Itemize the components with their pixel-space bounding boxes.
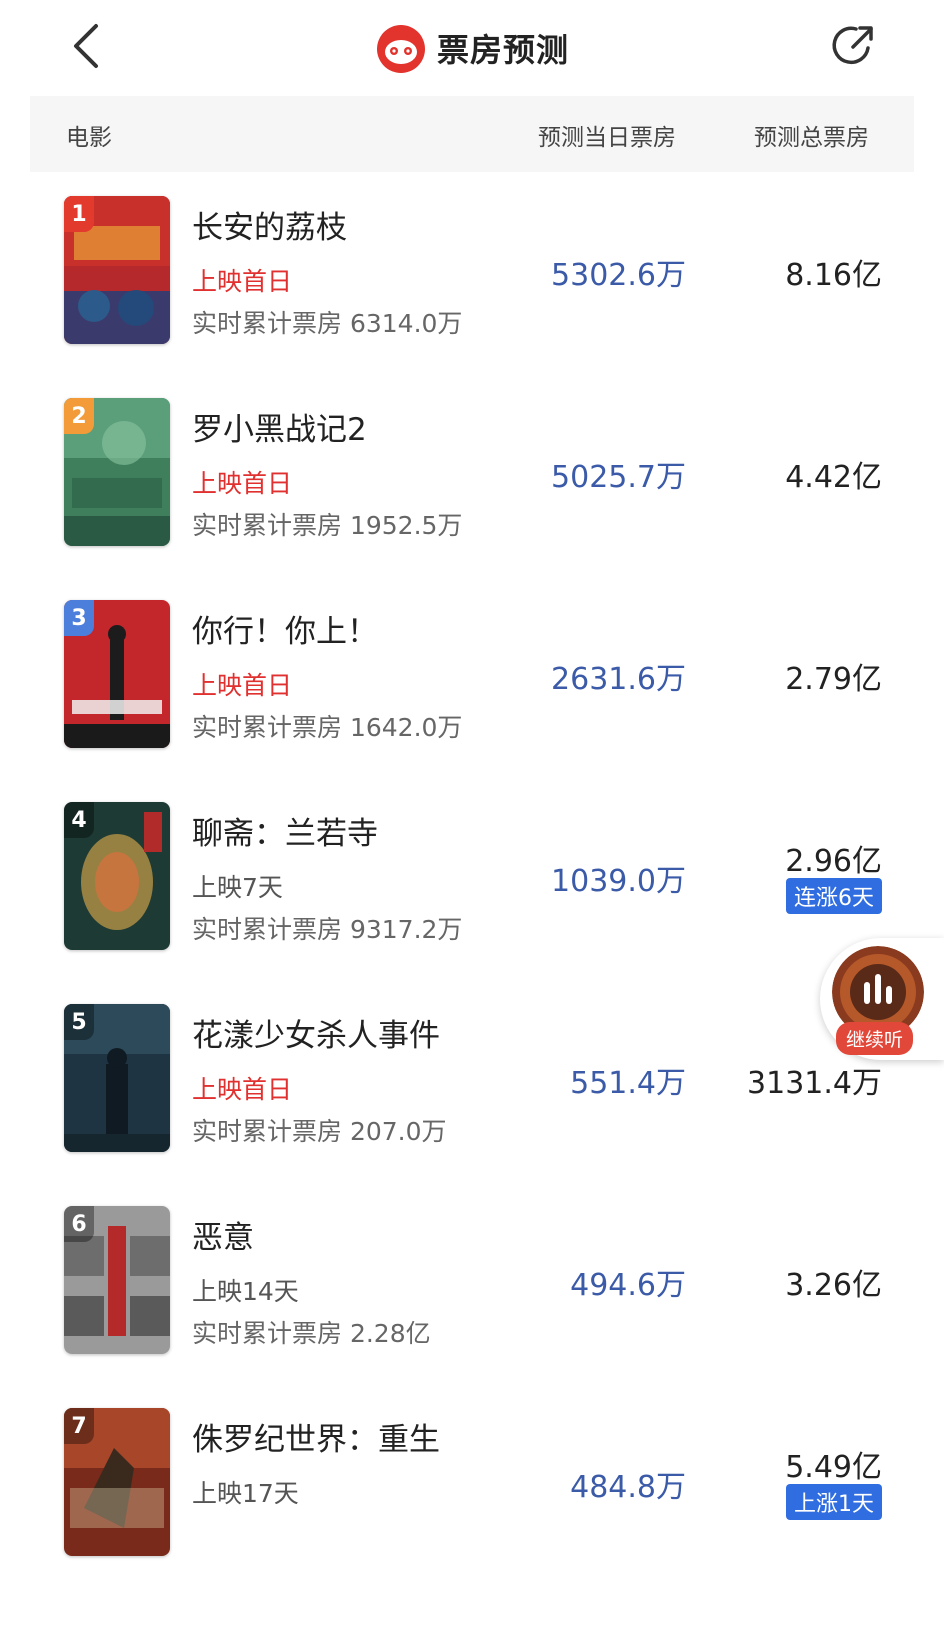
release-status: 上映首日 bbox=[192, 267, 293, 296]
movie-title: 罗小黑战记2 bbox=[192, 412, 367, 448]
daily-forecast: 5302.6万 bbox=[551, 258, 686, 293]
total-forecast: 3.26亿 bbox=[785, 1268, 882, 1303]
rank-badge: 4 bbox=[64, 802, 94, 838]
title-group: 票房预测 bbox=[0, 20, 944, 76]
rank-badge: 1 bbox=[64, 196, 94, 232]
daily-forecast: 484.8万 bbox=[570, 1470, 686, 1505]
rank-badge: 5 bbox=[64, 1004, 94, 1040]
movie-title: 侏罗纪世界：重生 bbox=[192, 1422, 440, 1458]
movie-title: 花漾少女杀人事件 bbox=[192, 1018, 440, 1054]
total-forecast: 4.42亿 bbox=[785, 460, 882, 495]
release-status: 上映首日 bbox=[192, 1075, 293, 1104]
cumulative-box-office: 实时累计票房 6314.0万 bbox=[192, 309, 463, 338]
rank-badge: 7 bbox=[64, 1408, 94, 1444]
total-forecast: 5.49亿 bbox=[785, 1450, 882, 1485]
column-daily[interactable]: 预测当日票房 bbox=[538, 118, 676, 152]
rank-badge: 3 bbox=[64, 600, 94, 636]
trend-badge: 上涨1天 bbox=[786, 1484, 882, 1520]
release-status: 上映17天 bbox=[192, 1479, 299, 1508]
column-movie: 电影 bbox=[66, 125, 112, 151]
rank-badge: 6 bbox=[64, 1206, 94, 1242]
total-forecast: 2.79亿 bbox=[785, 662, 882, 697]
rank-badge: 2 bbox=[64, 398, 94, 434]
movie-poster[interactable]: 4 bbox=[64, 802, 170, 950]
total-forecast: 2.96亿 bbox=[785, 844, 882, 879]
total-forecast: 8.16亿 bbox=[785, 258, 882, 293]
movie-title: 恶意 bbox=[192, 1220, 254, 1256]
release-status: 上映7天 bbox=[192, 873, 283, 902]
daily-forecast: 551.4万 bbox=[570, 1066, 686, 1101]
release-status: 上映14天 bbox=[192, 1277, 299, 1306]
cumulative-box-office: 实时累计票房 2.28亿 bbox=[192, 1319, 431, 1348]
cumulative-box-office: 实时累计票房 9317.2万 bbox=[192, 915, 463, 944]
cumulative-box-office: 实时累计票房 1952.5万 bbox=[192, 511, 463, 540]
movie-row[interactable]: 7 侏罗纪世界：重生 上映17天 484.8万 5.49亿 上涨1天 bbox=[0, 1408, 944, 1618]
daily-forecast: 5025.7万 bbox=[551, 460, 686, 495]
movie-row[interactable]: 2 罗小黑战记2 上映首日 实时累计票房 1952.5万 5025.7万 4.4… bbox=[0, 398, 944, 608]
movie-row[interactable]: 4 聊斋：兰若寺 上映7天 实时累计票房 9317.2万 1039.0万 2.9… bbox=[0, 802, 944, 1012]
daily-forecast: 2631.6万 bbox=[551, 662, 686, 697]
floating-audio-player[interactable]: 继续听 bbox=[820, 938, 944, 1060]
trend-badge: 连涨6天 bbox=[786, 878, 882, 914]
page-title: 票房预测 bbox=[436, 31, 569, 69]
share-arrow-icon bbox=[832, 26, 873, 65]
top-bar: 票房预测 bbox=[0, 0, 944, 92]
total-forecast: 3131.4万 bbox=[747, 1066, 882, 1101]
movie-poster[interactable]: 1 bbox=[64, 196, 170, 344]
column-header: 电影 预测当日票房 预测总票房 bbox=[30, 96, 914, 172]
daily-forecast: 1039.0万 bbox=[551, 864, 686, 899]
movie-row[interactable]: 1 长安的荔枝 上映首日 实时累计票房 6314.0万 5302.6万 8.16… bbox=[0, 196, 944, 406]
movie-poster[interactable]: 7 bbox=[64, 1408, 170, 1556]
movie-title: 你行！你上！ bbox=[192, 614, 378, 650]
movie-poster[interactable]: 5 bbox=[64, 1004, 170, 1152]
movie-title: 长安的荔枝 bbox=[192, 210, 347, 246]
movie-poster[interactable]: 6 bbox=[64, 1206, 170, 1354]
movie-poster[interactable]: 3 bbox=[64, 600, 170, 748]
movie-row[interactable]: 6 恶意 上映14天 实时累计票房 2.28亿 494.6万 3.26亿 bbox=[0, 1206, 944, 1416]
continue-listening-label[interactable]: 继续听 bbox=[836, 1022, 914, 1055]
movie-row[interactable]: 3 你行！你上！ 上映首日 实时累计票房 1642.0万 2631.6万 2.7… bbox=[0, 600, 944, 810]
movie-row[interactable]: 5 花漾少女杀人事件 上映首日 实时累计票房 207.0万 551.4万 313… bbox=[0, 1004, 944, 1214]
column-total[interactable]: 预测总票房 bbox=[754, 118, 869, 152]
share-button[interactable] bbox=[826, 18, 882, 74]
release-status: 上映首日 bbox=[192, 469, 293, 498]
maoyan-cat-logo bbox=[376, 25, 425, 73]
movie-poster[interactable]: 2 bbox=[64, 398, 170, 546]
movie-title: 聊斋：兰若寺 bbox=[192, 816, 378, 852]
cumulative-box-office: 实时累计票房 1642.0万 bbox=[192, 713, 463, 742]
cumulative-box-office: 实时累计票房 207.0万 bbox=[192, 1117, 447, 1146]
daily-forecast: 494.6万 bbox=[570, 1268, 686, 1303]
release-status: 上映首日 bbox=[192, 671, 293, 700]
